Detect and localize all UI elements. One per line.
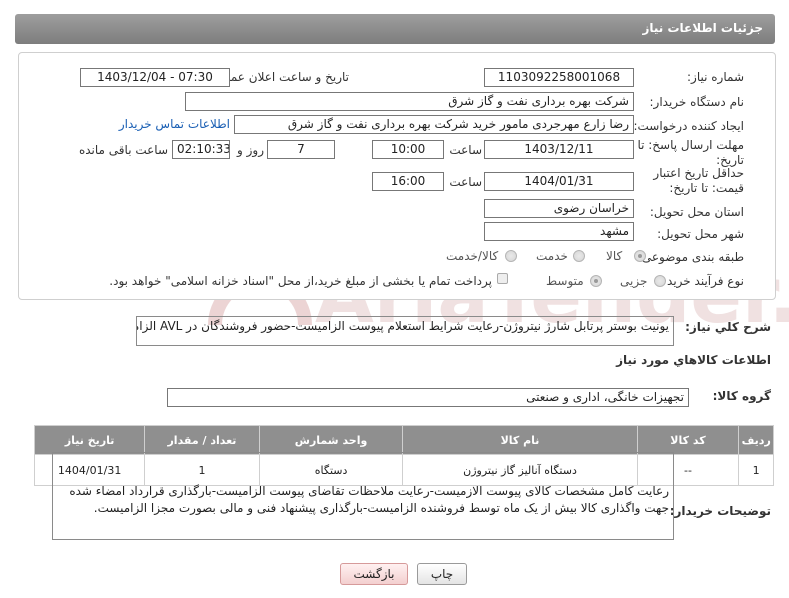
- col-qty: تعداد / مقدار: [144, 425, 260, 455]
- col-name: نام کالا: [402, 425, 638, 455]
- col-date: تاریخ نیاز: [33, 425, 146, 455]
- price-validity-date-field: 1404/01/31: [484, 172, 634, 191]
- category-label: طبقه بندی موضوعی:: [637, 250, 744, 264]
- city-label: شهر محل تحویل:: [657, 227, 744, 241]
- print-button[interactable]: چاپ: [417, 563, 467, 585]
- buyer-notes-label: توضیحات خریدار:: [669, 504, 771, 518]
- category-option-goods: کالا: [606, 249, 623, 263]
- col-code: کد کالا: [636, 425, 740, 455]
- creator-field: رضا زارع مهرجردی مامور خرید شرکت بهره بر…: [234, 115, 634, 134]
- summary-label: شرح کلي نياز:: [685, 320, 771, 334]
- page-title: جزئیات اطلاعات نیاز: [642, 21, 763, 35]
- process-option-minor: جزیی: [620, 274, 648, 288]
- province-label: استان محل تحویل:: [649, 205, 744, 219]
- cell-row: 1: [738, 454, 774, 486]
- creator-label: ایجاد کننده درخواست:: [633, 119, 744, 133]
- deadline-label: مهلت ارسال پاسخ: تا تاریخ:: [637, 138, 744, 167]
- buyer-org-label: نام دستگاه خریدار:: [649, 95, 745, 109]
- time-remaining-label: ساعت باقی مانده: [78, 143, 168, 157]
- city-field: مشهد: [484, 222, 634, 241]
- price-validity-time-label: ساعت: [449, 175, 482, 189]
- page-header: جزئیات اطلاعات نیاز: [15, 14, 775, 44]
- province-field: خراسان رضوی: [484, 199, 634, 218]
- days-remaining-field: 7: [267, 140, 335, 159]
- category-radio-service[interactable]: [573, 250, 585, 262]
- buyer-contact-link[interactable]: اطلاعات تماس خریدار: [119, 117, 230, 131]
- back-button[interactable]: بازگشت: [340, 563, 408, 585]
- goods-group-field: تجهیزات خانگی، اداری و صنعتی: [167, 388, 689, 407]
- need-number-label: شماره نیاز:: [687, 70, 744, 84]
- summary-textarea[interactable]: یونیت بوستر پرتابل شارژ نیتروژن-رعایت شر…: [136, 316, 674, 346]
- time-remaining-field: 02:10:33: [172, 140, 230, 159]
- treasury-payment-note: پرداخت تمام یا بخشی از مبلغ خرید،از محل …: [109, 274, 492, 288]
- price-validity-label: حداقل تاریخ اعتبار قیمت: تا تاریخ:: [653, 166, 744, 195]
- goods-section-title: اطلاعات کالاهاي مورد نياز: [616, 353, 771, 367]
- announce-datetime-field: 1403/12/04 - 07:30: [80, 68, 230, 87]
- items-table-header: ردیف کد کالا نام کالا واحد شمارش تعداد /…: [33, 425, 774, 455]
- category-radio-goods-service[interactable]: [505, 250, 517, 262]
- process-type-label: نوع فرآیند خرید :: [659, 274, 744, 288]
- category-option-service: خدمت: [536, 249, 568, 263]
- deadline-time-field: 10:00: [372, 140, 444, 159]
- deadline-time-label: ساعت: [449, 143, 482, 157]
- category-radio-goods[interactable]: [634, 250, 646, 262]
- deadline-date-field: 1403/12/11: [484, 140, 634, 159]
- category-option-goods-service: کالا/خدمت: [446, 249, 499, 263]
- col-unit: واحد شمارش: [258, 425, 404, 455]
- days-label: روز و: [237, 143, 264, 157]
- process-option-medium: متوسط: [546, 274, 584, 288]
- need-number-field: 1103092258001068: [484, 68, 634, 87]
- goods-group-label: گروه کالا:: [712, 389, 771, 403]
- col-row: ردیف: [738, 425, 774, 455]
- buyer-org-field: شرکت بهره برداری نفت و گاز شرق: [185, 92, 634, 111]
- price-validity-time-field: 16:00: [372, 172, 444, 191]
- process-radio-medium[interactable]: [590, 275, 602, 287]
- buyer-notes-textarea[interactable]: رعایت کامل مشخصات کالای پیوست الازمیست-ر…: [52, 452, 674, 540]
- treasury-payment-checkbox[interactable]: [497, 273, 508, 284]
- process-radio-minor[interactable]: [654, 275, 666, 287]
